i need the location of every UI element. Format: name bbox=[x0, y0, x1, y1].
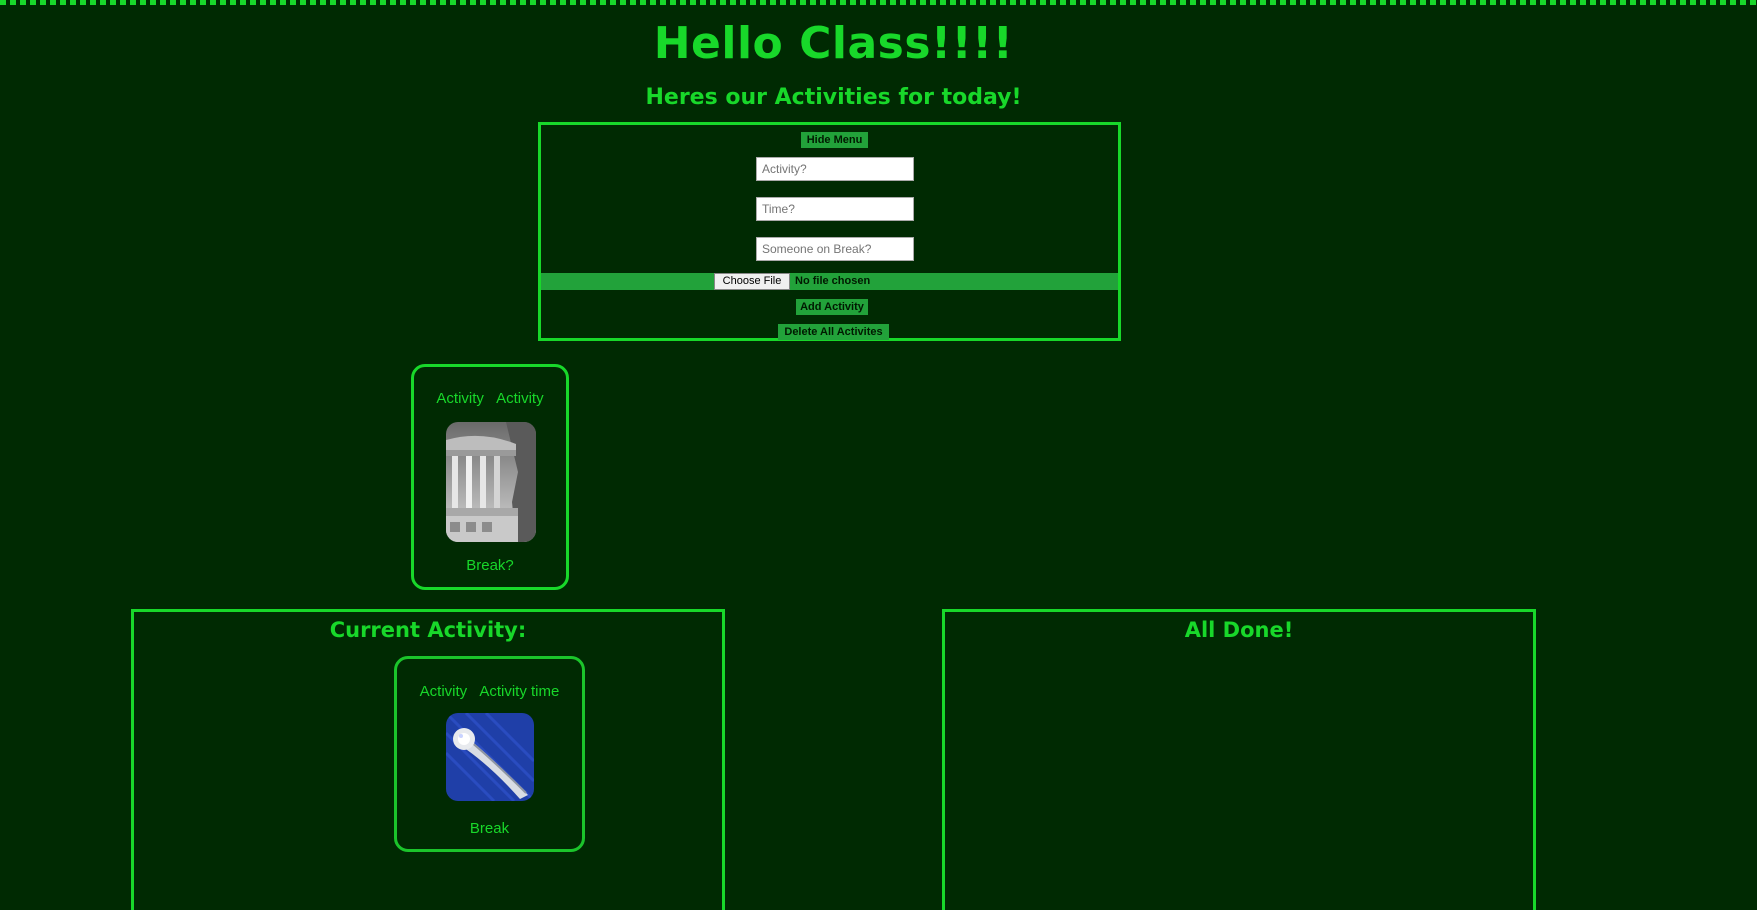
all-done-title: All Done! bbox=[1184, 618, 1294, 642]
dashed-top-border bbox=[0, 0, 1757, 5]
page-subtitle: Heres our Activities for today! bbox=[645, 85, 1022, 110]
break-input[interactable] bbox=[756, 237, 914, 261]
all-done-panel: All Done! bbox=[942, 609, 1536, 910]
current-activity-time: Activity time bbox=[479, 683, 560, 700]
current-activity-card[interactable]: Activity Activity time Break bbox=[394, 656, 585, 852]
temple-ruins-image bbox=[446, 422, 536, 542]
activity-input[interactable] bbox=[756, 157, 914, 181]
current-activity-name: Activity bbox=[419, 683, 468, 700]
activity-name: Activity bbox=[436, 390, 484, 407]
file-status: No file chosen bbox=[795, 275, 871, 287]
activity-image bbox=[446, 422, 536, 542]
choose-file-button[interactable]: Choose File bbox=[714, 273, 790, 290]
file-upload-row: Choose File No file chosen bbox=[541, 273, 1118, 290]
current-break-label: Break bbox=[469, 820, 510, 837]
add-activity-button[interactable]: Add Activity bbox=[796, 299, 868, 315]
delete-all-button[interactable]: Delete All Activites bbox=[778, 324, 889, 340]
diamond-ring-image bbox=[446, 713, 534, 801]
time-input[interactable] bbox=[756, 197, 914, 221]
activity-time: Activity bbox=[496, 390, 544, 407]
activity-card[interactable]: Activity Activity Break? bbox=[411, 364, 569, 590]
current-activity-title: Current Activity: bbox=[329, 618, 527, 642]
activity-menu: Hide Menu Choose File No file chosen Add… bbox=[538, 122, 1121, 341]
current-card-header: Activity Activity time bbox=[397, 683, 582, 700]
page: Hello Class!!!! Heres our Activities for… bbox=[0, 0, 1757, 910]
page-title: Hello Class!!!! bbox=[653, 18, 1014, 69]
hide-menu-button[interactable]: Hide Menu bbox=[801, 132, 868, 148]
activity-card-header: Activity Activity bbox=[414, 390, 566, 407]
break-label: Break? bbox=[466, 557, 514, 574]
current-activity-image bbox=[446, 713, 534, 801]
